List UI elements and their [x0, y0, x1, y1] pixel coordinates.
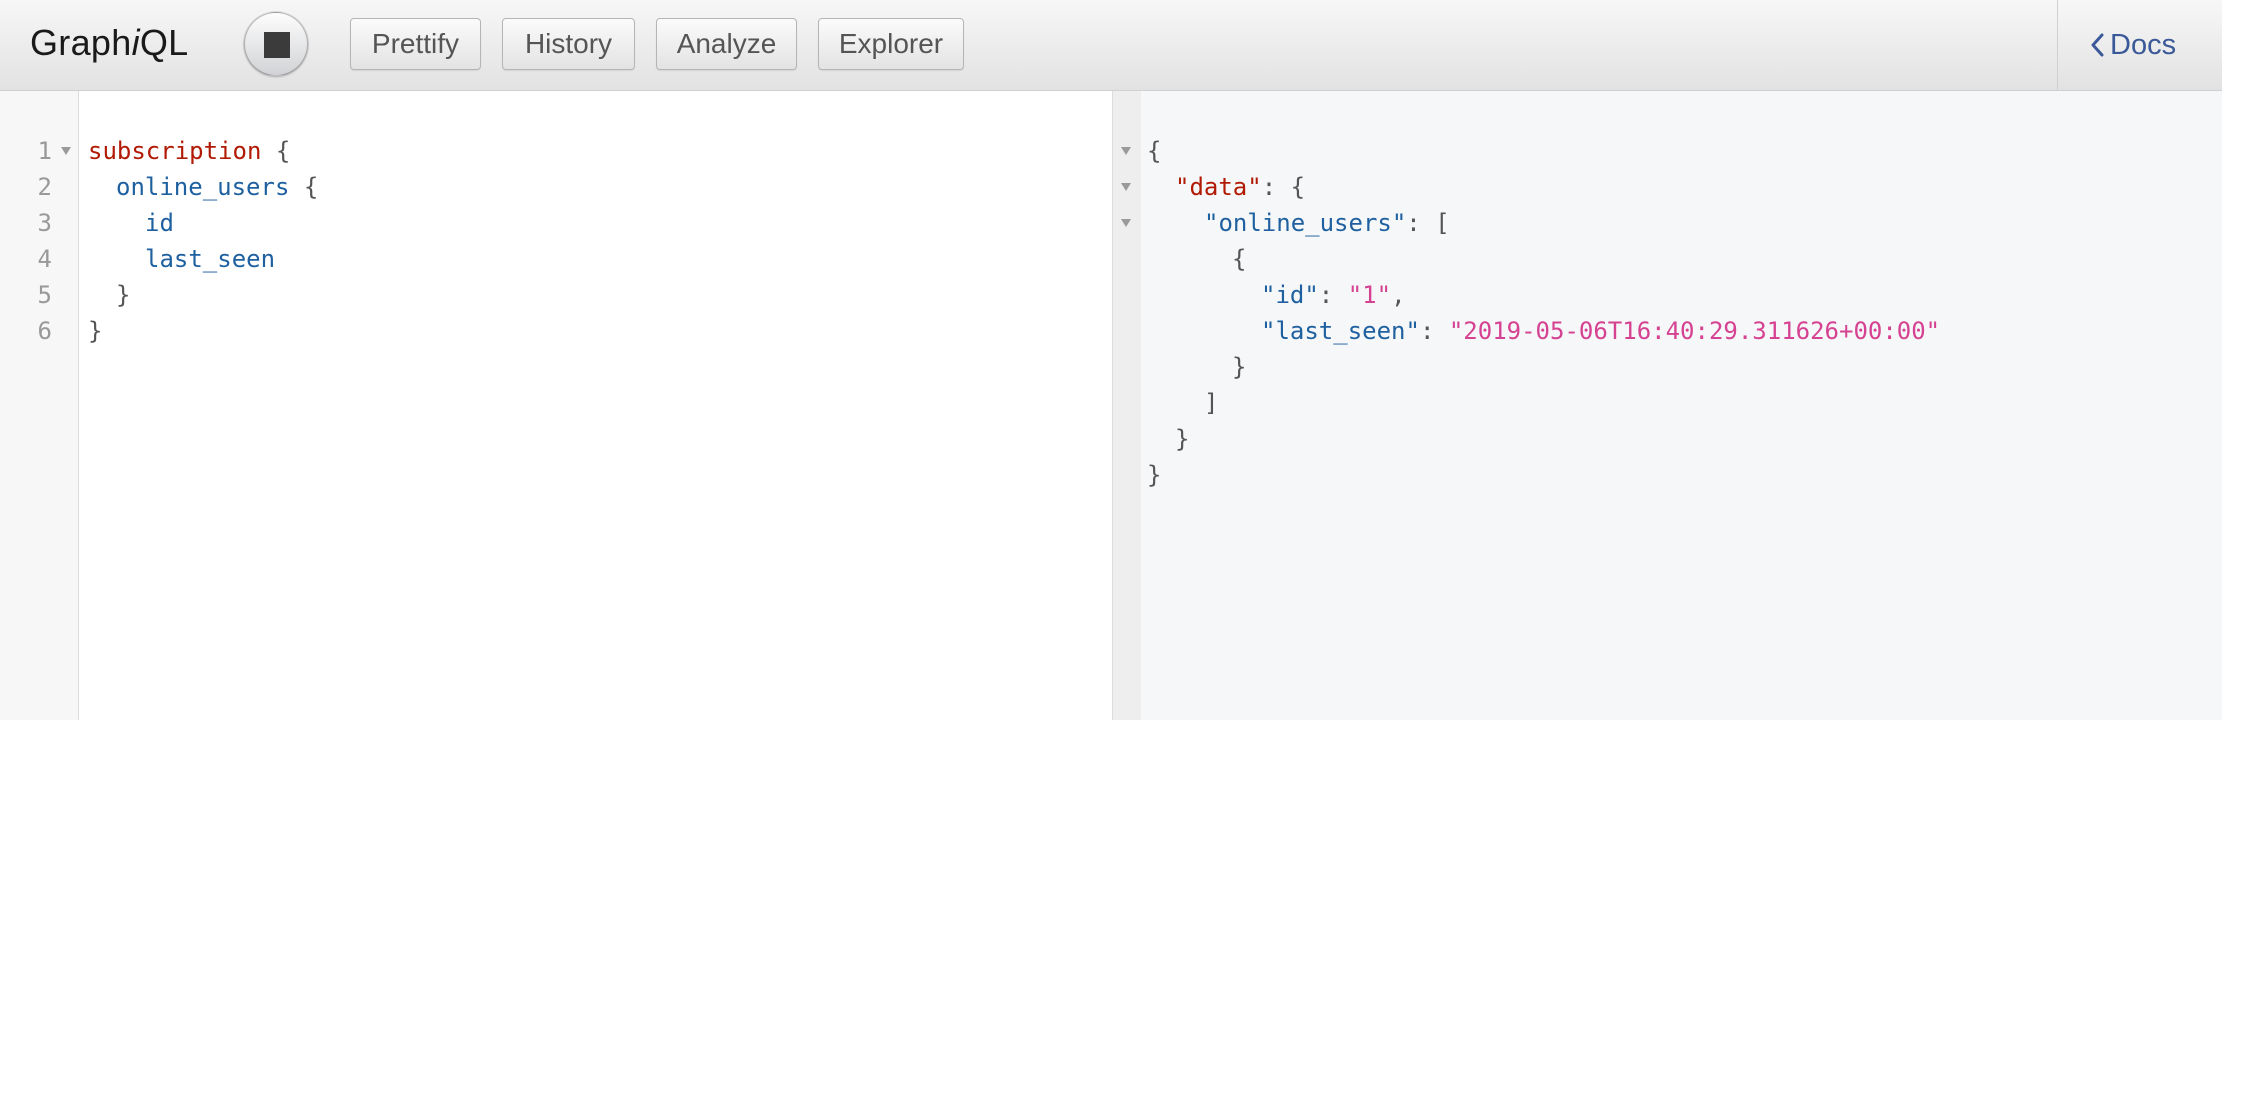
fold-arrow-icon[interactable]	[61, 147, 71, 155]
result-id-value: "1"	[1347, 281, 1392, 309]
result-comma: ,	[1391, 281, 1406, 309]
result-last-seen-value: "2019-05-06T16:40:29.311626+00:00"	[1448, 317, 1941, 345]
result-gutter	[1112, 91, 1142, 720]
graphiql-logo: GraphiQL	[30, 22, 189, 64]
query-line: online_users {	[116, 169, 318, 205]
fold-arrow-icon[interactable]	[1121, 183, 1131, 191]
result-line: {	[1232, 245, 1247, 273]
query-punct: }	[116, 281, 131, 309]
result-line: "data": {	[1175, 169, 1305, 205]
query-line: }	[116, 277, 130, 313]
result-brace: {	[1290, 173, 1306, 201]
result-array-open: [	[1435, 209, 1450, 237]
result-viewer: { "data": { "online_users": [ { "id": "1…	[1141, 91, 2222, 720]
history-button[interactable]: History	[502, 18, 635, 70]
fold-arrow-icon[interactable]	[1121, 219, 1131, 227]
toolbar: GraphiQL Prettify History Analyze Explor…	[0, 0, 2222, 91]
query-line: subscription {	[88, 133, 290, 169]
query-line: }	[88, 313, 102, 349]
query-punct: {	[275, 137, 291, 165]
result-line: }	[1147, 461, 1162, 489]
result-colon: :	[1261, 173, 1277, 201]
logo-prefix: Graph	[30, 22, 132, 63]
line-number: 2	[37, 173, 52, 201]
line-number: 6	[37, 317, 52, 345]
query-field: id	[145, 209, 174, 237]
query-editor[interactable]: 1 subscription { 2 online_users { 3 id 4…	[0, 91, 1112, 720]
line-number: 4	[37, 245, 52, 273]
line-number: 5	[37, 281, 52, 309]
line-number: 3	[37, 209, 52, 237]
query-punct: }	[88, 317, 103, 345]
query-keyword: subscription	[88, 137, 262, 165]
logo-suffix: QL	[139, 22, 189, 63]
chevron-left-icon	[2091, 33, 2104, 57]
graphiql-app: GraphiQL Prettify History Analyze Explor…	[0, 0, 2222, 720]
result-line: ]	[1204, 389, 1219, 417]
result-line: }	[1175, 425, 1190, 453]
docs-area: Docs	[2057, 0, 2223, 90]
execute-button[interactable]	[244, 12, 308, 76]
result-line: "id": "1",	[1261, 277, 1406, 313]
result-online-users-key: "online_users"	[1204, 209, 1407, 237]
docs-label: Docs	[2110, 29, 2177, 61]
line-number: 1	[37, 137, 52, 165]
result-line: }	[1232, 353, 1247, 381]
docs-button[interactable]: Docs	[2090, 28, 2176, 62]
result-line: "online_users": [	[1204, 205, 1450, 241]
stop-icon	[264, 32, 290, 58]
result-id-key: "id"	[1261, 281, 1319, 309]
prettify-button[interactable]: Prettify	[350, 18, 481, 70]
result-data-key: "data"	[1175, 173, 1262, 201]
query-field: last_seen	[145, 245, 276, 273]
result-colon: :	[1406, 209, 1421, 237]
analyze-button[interactable]: Analyze	[656, 18, 797, 70]
result-line: "last_seen": "2019-05-06T16:40:29.311626…	[1261, 313, 1940, 349]
query-field: online_users	[116, 173, 290, 201]
query-line: last_seen	[145, 241, 275, 277]
explorer-button[interactable]: Explorer	[818, 18, 964, 70]
result-colon: :	[1419, 317, 1435, 345]
result-line: {	[1147, 137, 1162, 165]
fold-arrow-icon[interactable]	[1121, 147, 1131, 155]
logo-italic: i	[131, 22, 140, 63]
result-last-seen-key: "last_seen"	[1261, 317, 1420, 345]
query-punct: {	[303, 173, 319, 201]
result-colon: :	[1318, 281, 1334, 309]
query-line: id	[145, 205, 174, 241]
